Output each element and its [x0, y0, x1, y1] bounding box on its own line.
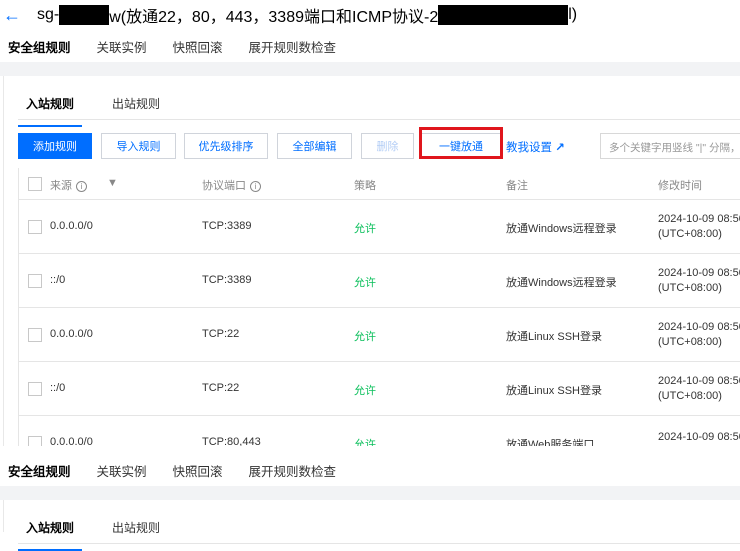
- search-input[interactable]: 多个关键字用竖线 "|" 分隔，多: [600, 133, 740, 159]
- row-checkbox[interactable]: [28, 436, 42, 446]
- tab-outbound[interactable]: 出站规则: [104, 96, 160, 119]
- time-cell: 2024-10-09 08:50:5: [658, 431, 740, 443]
- gray-band: [0, 486, 740, 500]
- header-policy: 策略: [354, 180, 376, 192]
- priority-sort-button[interactable]: 优先级排序: [184, 133, 268, 159]
- source-cell: 0.0.0.0/0: [50, 220, 93, 232]
- info-icon[interactable]: i: [250, 181, 261, 192]
- time-cell: 2024-10-09 08:50:5(UTC+08:00): [658, 375, 740, 402]
- row-checkbox[interactable]: [28, 382, 42, 396]
- remark-cell: 放通Windows远程登录: [506, 223, 617, 235]
- redaction-box: [59, 5, 110, 25]
- redaction-box: [438, 5, 569, 25]
- protocol-cell: TCP:22: [202, 382, 240, 394]
- protocol-cell: TCP:22: [202, 328, 240, 340]
- header-remark: 备注: [506, 180, 528, 192]
- highlight-box: [419, 127, 503, 159]
- source-cell: ::/0: [50, 274, 66, 286]
- delete-button[interactable]: 删除: [361, 133, 414, 159]
- header-time: 修改时间: [658, 180, 702, 192]
- header-source: 来源 i: [50, 177, 87, 193]
- time-cell: 2024-10-09 08:50:5(UTC+08:00): [658, 321, 740, 348]
- source-cell: ::/0: [50, 382, 66, 394]
- source-cell: 0.0.0.0/0: [50, 328, 93, 340]
- direction-tabs-duplicate: 入站规则 出站规则: [18, 520, 740, 551]
- title-middle: w(放通22，80，443，3389端口和ICMP协议-2: [109, 9, 439, 26]
- title-suffix: l): [568, 6, 578, 23]
- table-header: 来源 i ▼ 协议端口 i 策略 备注 修改时间: [19, 168, 740, 200]
- policy-cell: 允许: [354, 331, 376, 343]
- direction-tabs: 入站规则 出站规则: [18, 96, 740, 127]
- back-arrow-icon[interactable]: ←: [3, 5, 37, 26]
- table-row: 0.0.0.0/0 TCP:80,443 允许 放通Web服务端口 2024-1…: [19, 416, 740, 446]
- add-rule-button[interactable]: 添加规则: [18, 133, 92, 159]
- help-link[interactable]: 教我设置 ↗: [506, 139, 565, 155]
- row-checkbox[interactable]: [28, 328, 42, 342]
- time-cell: 2024-10-09 08:50:5(UTC+08:00): [658, 213, 740, 240]
- protocol-cell: TCP:3389: [202, 220, 252, 232]
- protocol-cell: TCP:80,443: [202, 436, 261, 446]
- source-cell: 0.0.0.0/0: [50, 436, 93, 446]
- time-cell: 2024-10-09 08:50:5(UTC+08:00): [658, 267, 740, 294]
- edit-all-button[interactable]: 全部编辑: [277, 133, 352, 159]
- external-link-icon: ↗: [555, 142, 565, 154]
- title-prefix: sg-: [37, 6, 60, 23]
- table-row: ::/0 TCP:3389 允许 放通Windows远程登录 2024-10-0…: [19, 254, 740, 308]
- header-protocol: 协议端口 i: [202, 177, 261, 193]
- select-all-checkbox[interactable]: [28, 177, 42, 191]
- remark-cell: 放通Windows远程登录: [506, 277, 617, 289]
- row-checkbox[interactable]: [28, 274, 42, 288]
- rules-table: 来源 i ▼ 协议端口 i 策略 备注 修改时间 0.0.0.0/0 TCP:338…: [18, 168, 740, 446]
- policy-cell: 允许: [354, 223, 376, 235]
- gray-band: [0, 62, 740, 76]
- remark-cell: 放通Linux SSH登录: [506, 331, 602, 343]
- page-title: ← sg- w(放通22，80，443，3389端口和ICMP协议-2 l): [0, 3, 740, 27]
- table-row: ::/0 TCP:22 允许 放通Linux SSH登录 2024-10-09 …: [19, 362, 740, 416]
- policy-cell: 允许: [354, 439, 376, 446]
- table-row: 0.0.0.0/0 TCP:3389 允许 放通Windows远程登录 2024…: [19, 200, 740, 254]
- filter-icon[interactable]: ▼: [107, 177, 118, 189]
- policy-cell: 允许: [354, 277, 376, 289]
- remark-cell: 放通Web服务端口: [506, 439, 595, 446]
- info-icon[interactable]: i: [76, 181, 87, 192]
- protocol-cell: TCP:3389: [202, 274, 252, 286]
- row-checkbox[interactable]: [28, 220, 42, 234]
- tab-inbound[interactable]: 入站规则: [18, 96, 83, 127]
- remark-cell: 放通Linux SSH登录: [506, 385, 602, 397]
- table-row: 0.0.0.0/0 TCP:22 允许 放通Linux SSH登录 2024-1…: [19, 308, 740, 362]
- import-rule-button[interactable]: 导入规则: [101, 133, 176, 159]
- policy-cell: 允许: [354, 385, 376, 397]
